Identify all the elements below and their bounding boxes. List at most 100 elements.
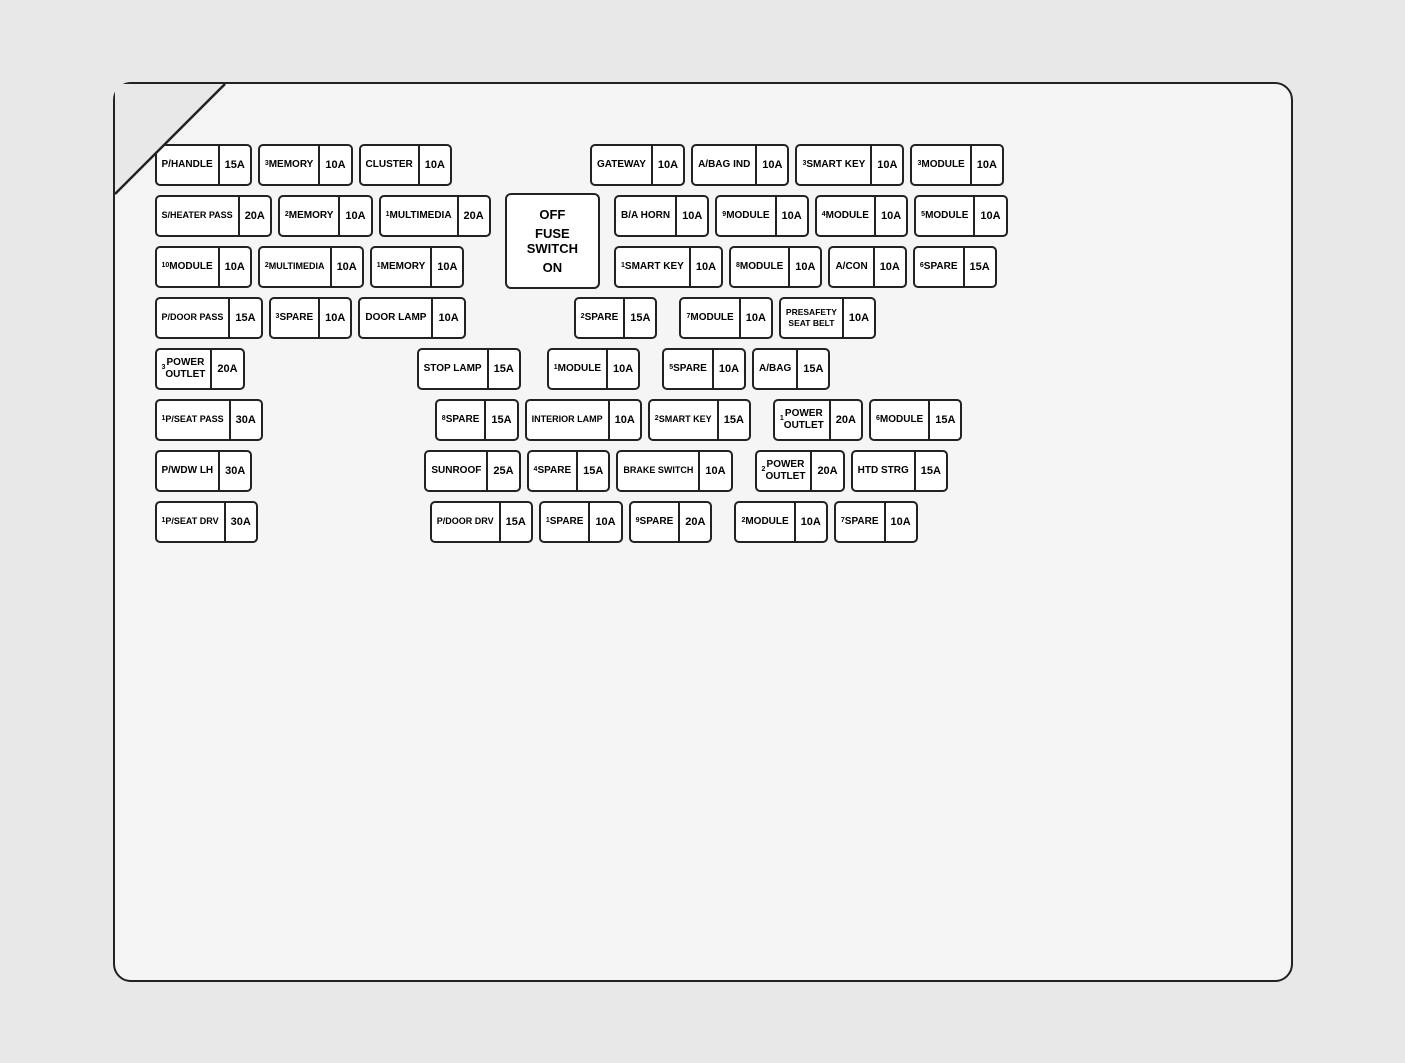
fuse-5module: 5MODULE 10A <box>914 195 1007 237</box>
fuse-amp: 10A <box>755 146 787 184</box>
fuse-label: DOOR LAMP <box>360 299 431 337</box>
fuse-label: 2 POWEROUTLET <box>757 452 811 490</box>
fuse-7module: 7MODULE 10A <box>679 297 772 339</box>
fuse-1module: 1 MODULE 10A <box>547 348 640 390</box>
fuse-amp: 10A <box>873 248 905 286</box>
fuse-label: 2MULTIMEDIA <box>260 248 330 286</box>
fuse-abag: A/BAG 15A <box>752 348 830 390</box>
fuse-amp: 10A <box>431 299 463 337</box>
fuse-4module: 4MODULE 10A <box>815 195 908 237</box>
fuse-amp: 10A <box>794 503 826 541</box>
fuse-amp: 10A <box>318 299 350 337</box>
fuse-label: BRAKE SWITCH <box>618 452 698 490</box>
fuse-row-3-right: 1SMART KEY 10A 8 MODULE 10A A/CON 10A 6 … <box>614 246 1008 288</box>
fuse-amp: 10A <box>606 350 638 388</box>
fuse-amp: 10A <box>775 197 807 235</box>
fuse-amp: 10A <box>788 248 820 286</box>
fuse-amp: 10A <box>675 197 707 235</box>
fuse-amp: 10A <box>430 248 462 286</box>
fuse-amp: 10A <box>608 401 640 439</box>
fuse-pdoor-pass: P/DOOR PASS 15A <box>155 297 263 339</box>
switch-off-label: OFF <box>539 207 565 222</box>
fuse-amp: 10A <box>418 146 450 184</box>
fuse-1multimedia: 1MULTIMEDIA 20A <box>379 195 491 237</box>
fuse-label: 5 SPARE <box>664 350 712 388</box>
fuse-label: 2 SPARE <box>576 299 624 337</box>
fuse-amp: 20A <box>457 197 489 235</box>
fuse-label: 5MODULE <box>916 197 973 235</box>
fuse-row-7: P/WDW LH 30A SUNROOF 25A 4 SPARE 15A BRA… <box>155 450 1251 492</box>
fuse-amp: 10A <box>739 299 771 337</box>
fuse-amp: 10A <box>884 503 916 541</box>
fuse-label: INTERIOR LAMP <box>527 401 608 439</box>
fuse-amp: 10A <box>689 248 721 286</box>
fuse-amp: 10A <box>330 248 362 286</box>
fuse-amp: 30A <box>229 401 261 439</box>
fuse-amp: 15A <box>914 452 946 490</box>
fuse-door-lamp: DOOR LAMP 10A <box>358 297 465 339</box>
fuse-label: 6 SPARE <box>915 248 963 286</box>
fuse-2power-outlet: 2 POWEROUTLET 20A <box>755 450 845 492</box>
fuse-amp: 15A <box>928 401 960 439</box>
fuse-5spare: 5 SPARE 10A <box>662 348 746 390</box>
fuse-amp: 15A <box>796 350 828 388</box>
fuse-amp: 15A <box>484 401 516 439</box>
fuse-4spare: 4 SPARE 15A <box>527 450 611 492</box>
fuse-gateway: GATEWAY 10A <box>590 144 685 186</box>
fuse-label: 1P/SEAT DRV <box>157 503 224 541</box>
fuse-3power-outlet: 3POWEROUTLET 20A <box>155 348 245 390</box>
fuse-amp: 10A <box>651 146 683 184</box>
fuse-abag-ind: A/BAG IND 10A <box>691 144 789 186</box>
fuse-label: 6MODULE <box>871 401 928 439</box>
fuse-brake-switch: BRAKE SWITCH 10A <box>616 450 732 492</box>
fuse-10module: 10MODULE 10A <box>155 246 252 288</box>
fuse-label: STOP LAMP <box>419 350 487 388</box>
fuse-label: 3MEMORY <box>260 146 319 184</box>
switch-on-label: ON <box>543 260 563 275</box>
fuse-label: A/CON <box>830 248 872 286</box>
fuse-amp: 10A <box>698 452 730 490</box>
fuse-row-6: 1P/SEAT PASS 30A 8 SPARE 15A INTERIOR LA… <box>155 399 1251 441</box>
fuse-2spare: 2 SPARE 15A <box>574 297 658 339</box>
fuse-label: SUNROOF <box>426 452 486 490</box>
fuse-1spare: 1 SPARE 10A <box>539 501 623 543</box>
fuse-label: B/A HORN <box>616 197 675 235</box>
fuse-label: 8 SPARE <box>437 401 485 439</box>
fuse-cluster: CLUSTER 10A <box>359 144 452 186</box>
fuse-label: 1SMART KEY <box>616 248 689 286</box>
fuse-label: P/WDW LH <box>157 452 219 490</box>
fuse-pwdw-lh: P/WDW LH 30A <box>155 450 253 492</box>
fuse-stop-lamp: STOP LAMP 15A <box>417 348 521 390</box>
fuse-label: CLUSTER <box>361 146 418 184</box>
fuse-label: A/BAG <box>754 350 796 388</box>
fuse-label: GATEWAY <box>592 146 651 184</box>
fuse-sunroof: SUNROOF 25A <box>424 450 520 492</box>
fuse-1pseat-pass: 1P/SEAT PASS 30A <box>155 399 263 441</box>
fuse-label: 4MODULE <box>817 197 874 235</box>
fuse-label: 1MULTIMEDIA <box>381 197 457 235</box>
fuse-amp: 10A <box>870 146 902 184</box>
fuse-amp: 15A <box>963 248 995 286</box>
fuse-label: HTD STRG <box>853 452 914 490</box>
fuse-2module: 2 MODULE 10A <box>734 501 827 543</box>
fuse-label: PRESAFETYSEAT BELT <box>781 299 842 337</box>
fuse-amp: 15A <box>228 299 260 337</box>
fuse-9spare: 9 SPARE 20A <box>629 501 713 543</box>
fuse-amp: 10A <box>712 350 744 388</box>
fuse-3memory: 3MEMORY 10A <box>258 144 353 186</box>
fuse-htd-strg: HTD STRG 15A <box>851 450 948 492</box>
fuse-1pseat-drv: 1P/SEAT DRV 30A <box>155 501 258 543</box>
fuse-3spare: 3 SPARE 10A <box>269 297 353 339</box>
switch-main-label: FUSESWITCH <box>527 226 578 256</box>
fuse-label: P/DOOR DRV <box>432 503 499 541</box>
fuse-label: 7SPARE <box>836 503 884 541</box>
fuse-label: 4 SPARE <box>529 452 577 490</box>
fuse-7spare: 7SPARE 10A <box>834 501 918 543</box>
corner-fold <box>115 84 235 204</box>
fuse-label: 1MEMORY <box>372 248 431 286</box>
fuse-1memory: 1MEMORY 10A <box>370 246 465 288</box>
fuse-bahorn: B/A HORN 10A <box>614 195 709 237</box>
fuse-label: 2 MODULE <box>736 503 793 541</box>
fuse-amp: 25A <box>486 452 518 490</box>
fuse-pdoor-drv: P/DOOR DRV 15A <box>430 501 533 543</box>
